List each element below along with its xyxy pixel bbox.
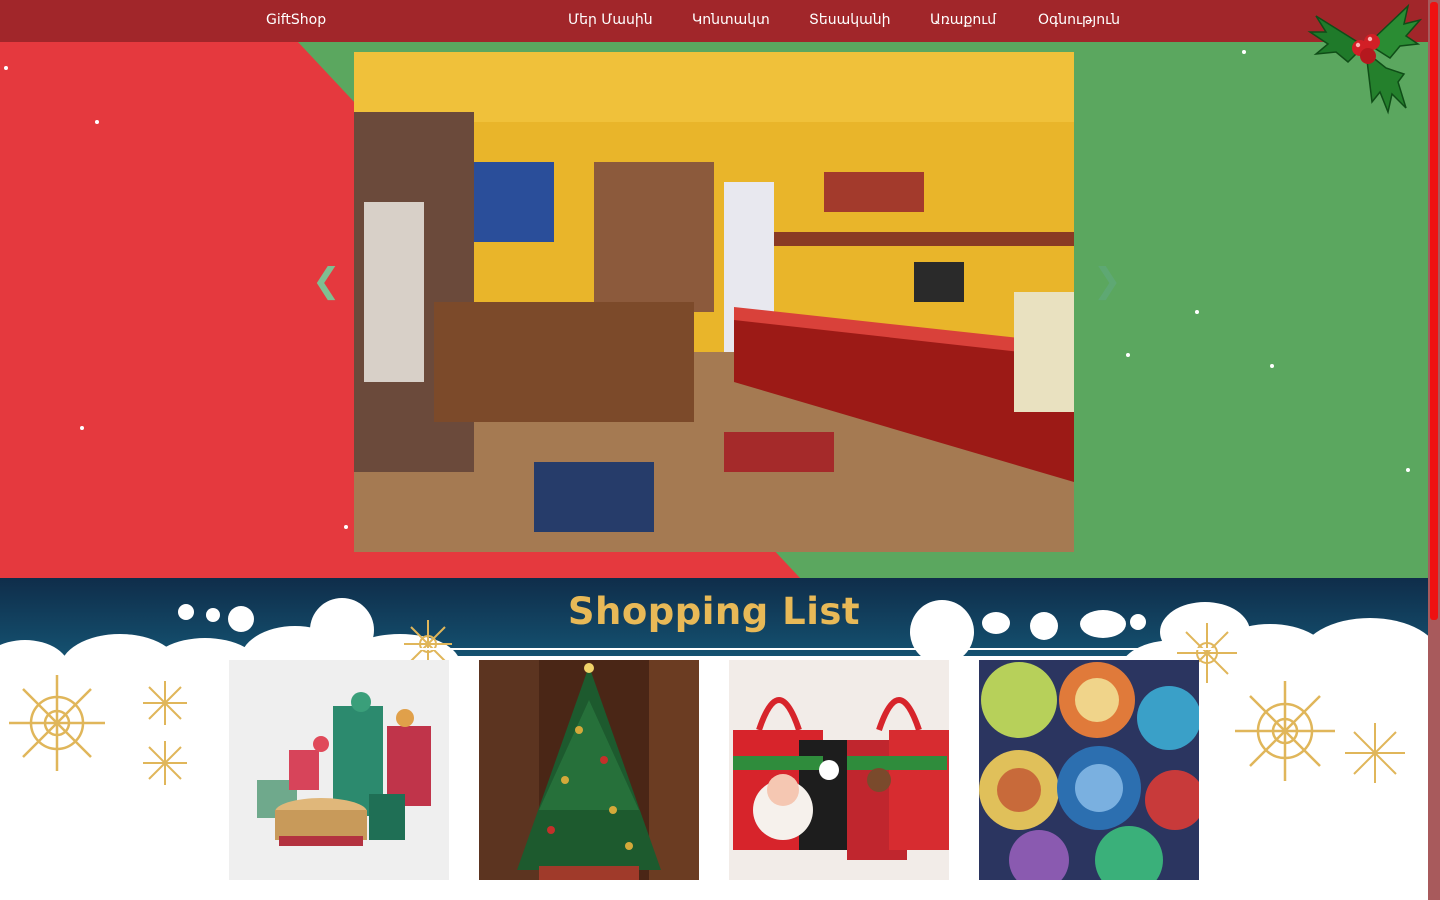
snowflake-icon	[9, 675, 105, 771]
top-navigation: GiftShop Մեր Մասին Կոնտակտ Տեսականի Առաք…	[0, 0, 1428, 42]
snowflake-icon	[1235, 681, 1335, 781]
holly-decoration-icon	[1307, 3, 1423, 115]
nav-link-about[interactable]: Մեր Մասին	[568, 12, 653, 28]
snowflake-dot	[4, 66, 8, 70]
snowflake-dot	[1195, 310, 1199, 314]
shopping-list-title: Shopping List	[567, 590, 861, 633]
snowflake-dot	[1406, 468, 1410, 472]
scrollbar-thumb[interactable]	[1430, 2, 1438, 620]
carousel-prev-arrow[interactable]: ❮	[312, 264, 341, 298]
snowflake-dot	[1126, 353, 1130, 357]
product-thumbnail-gift-boxes[interactable]	[229, 660, 449, 880]
hero-section: ❮ ❯	[0, 42, 1428, 578]
page-scrollbar[interactable]	[1428, 0, 1440, 900]
snowflake-icon	[143, 681, 187, 725]
nav-link-assortment[interactable]: Տեսականի	[809, 12, 891, 28]
product-thumbnail-gift-bags[interactable]	[729, 660, 949, 880]
snowflake-dot	[80, 426, 84, 430]
nav-link-help[interactable]: Օգնություն	[1038, 12, 1120, 28]
title-divider	[213, 648, 1213, 650]
snowflake-icon	[1345, 723, 1405, 783]
snowflake-dot	[1270, 364, 1274, 368]
product-thumbnail-christmas-tree[interactable]	[479, 660, 699, 880]
shopping-list-section: Shopping List	[0, 578, 1428, 900]
snowflake-dot	[1242, 50, 1246, 54]
snowflake-icon	[143, 741, 187, 785]
nav-link-contact[interactable]: Կոնտակտ	[692, 12, 770, 28]
brand-logo-link[interactable]: GiftShop	[266, 12, 326, 28]
snowflake-dot	[95, 120, 99, 124]
carousel-slide-gift-shop-interior[interactable]	[354, 52, 1074, 552]
product-thumbnail-decorative-plates[interactable]	[979, 660, 1199, 880]
carousel-next-arrow[interactable]: ❯	[1093, 264, 1122, 298]
nav-link-delivery[interactable]: Առաքում	[930, 12, 996, 28]
snowflake-dot	[344, 525, 348, 529]
